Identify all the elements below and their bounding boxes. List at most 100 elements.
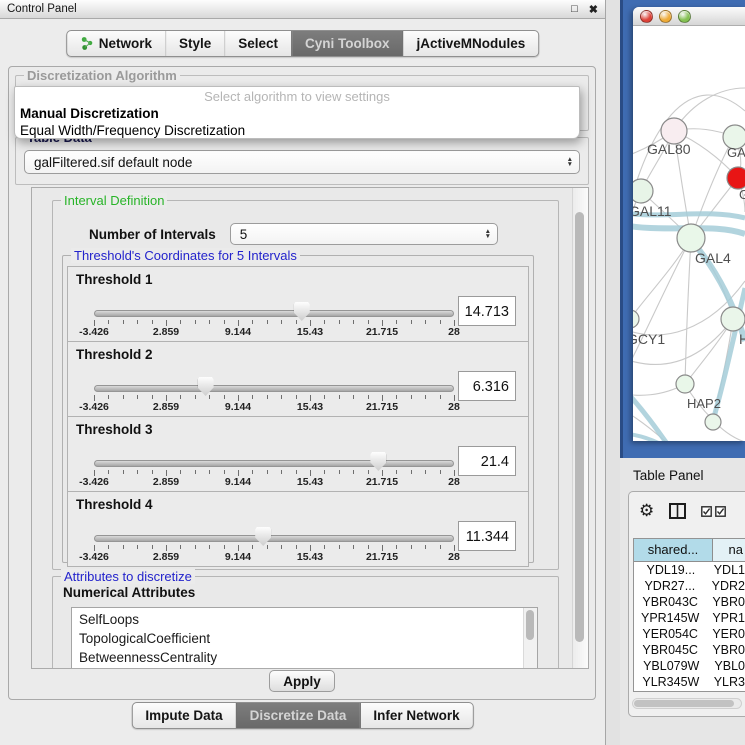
table-row[interactable]: YDL19...YDL1 [634, 562, 745, 578]
cell-shared-name[interactable]: YBR045C [634, 642, 707, 658]
threshold-value-field[interactable]: 6.316 [458, 371, 516, 401]
settings-scrollbar[interactable] [572, 188, 588, 668]
cell-shared-name[interactable]: YER054C [634, 626, 707, 642]
tab-select[interactable]: Select [224, 31, 291, 56]
network-graph[interactable]: GAL80GALGAGAL11GAL4GCY1HHAP2 [633, 26, 745, 441]
slider-track[interactable] [94, 460, 454, 467]
list-item[interactable]: SelfLoops [79, 610, 523, 629]
cell-shared-name[interactable]: YDR27... [634, 578, 707, 594]
network-window-titlebar [633, 7, 745, 26]
slider-tick [324, 470, 325, 474]
table-panel: ⚙ shared...naYDL19...YDL1YDR27... [628, 491, 745, 717]
table-row[interactable]: YIL052CYIL0 [634, 690, 745, 692]
algorithm-option-equal-width[interactable]: Equal Width/Frequency Discretization [15, 122, 579, 139]
attributes-scrollbar[interactable] [523, 608, 537, 668]
cell-shared-name[interactable]: YPR145W [634, 610, 707, 626]
checked-checkbox-icon[interactable] [715, 506, 726, 517]
network-node-ga[interactable] [727, 167, 745, 189]
network-node-gcy1[interactable] [633, 310, 639, 328]
slider-tick [209, 545, 210, 549]
cell-name[interactable]: YPR1 [707, 610, 745, 626]
network-node-gal4[interactable] [677, 224, 705, 252]
slider-tick [425, 545, 426, 549]
zoom-traffic-light-icon[interactable] [678, 10, 691, 23]
cell-shared-name[interactable]: YBR043C [634, 594, 707, 610]
slider-thumb[interactable] [255, 527, 271, 546]
checked-checkbox-icon[interactable] [701, 506, 712, 517]
threshold-value-field[interactable]: 21.4 [458, 446, 516, 476]
cell-name[interactable]: YBR0 [707, 642, 745, 658]
list-item[interactable]: TopologicalCoefficient [79, 629, 523, 648]
tab-cyni-toolbox[interactable]: Cyni Toolbox [291, 31, 403, 56]
network-edge [633, 238, 691, 319]
slider-tick-label: 2.859 [136, 326, 196, 338]
cell-name[interactable]: YBR0 [707, 594, 745, 610]
table-row[interactable]: YLR345WYLR3 [634, 674, 745, 690]
network-node-gal11[interactable] [633, 179, 653, 203]
slider-tick [195, 545, 196, 549]
table-hscrollbar[interactable] [632, 698, 742, 709]
number-of-intervals-combobox[interactable]: 5 ▲▼ [230, 223, 498, 245]
cell-shared-name[interactable]: YIL052C [634, 690, 713, 692]
slider-thumb[interactable] [370, 452, 386, 471]
slider-tick [324, 395, 325, 399]
float-window-icon[interactable]: □ [571, 3, 578, 16]
slider-tick [108, 320, 109, 324]
cell-shared-name[interactable]: YLR345W [634, 674, 709, 690]
stepper-icon: ▲▼ [561, 157, 573, 168]
network-node-hap2[interactable] [676, 375, 694, 393]
column-header-name[interactable]: na [713, 539, 745, 561]
cell-name[interactable]: YDL1 [709, 562, 745, 578]
cell-name[interactable]: YIL0 [713, 690, 745, 692]
column-header-shared-name[interactable]: shared... [634, 539, 713, 561]
cell-name[interactable]: YDR2 [707, 578, 745, 594]
network-node-unlabeled[interactable] [705, 414, 721, 430]
slider-track[interactable] [94, 535, 454, 542]
tab-impute-data[interactable]: Impute Data [132, 703, 235, 728]
slider-track[interactable] [94, 385, 454, 392]
scrollbar-thumb[interactable] [575, 212, 584, 642]
table-data-combobox[interactable]: galFiltered.sif default node ▲▼ [24, 150, 580, 174]
tab-infer-network[interactable]: Infer Network [359, 703, 472, 728]
table-row[interactable]: YDR27...YDR2 [634, 578, 745, 594]
cell-name[interactable]: YLR3 [709, 674, 745, 690]
tab-label: jActiveMNodules [417, 36, 526, 51]
cell-name[interactable]: YER0 [707, 626, 745, 642]
table-row[interactable]: YER054CYER0 [634, 626, 745, 642]
table-header-row: shared...na [634, 539, 745, 562]
slider-thumb[interactable] [294, 302, 310, 321]
tab-style[interactable]: Style [165, 31, 224, 56]
control-panel-window: Control Panel □ ✖ NetworkStyleSelectCyni… [0, 0, 606, 745]
algorithm-option-manual[interactable]: Manual Discretization [15, 105, 579, 122]
slider-tick [137, 395, 138, 399]
network-node-h[interactable] [721, 307, 745, 331]
cell-shared-name[interactable]: YBL079W [634, 658, 709, 674]
list-item[interactable]: BetweennessCentrality [79, 648, 523, 667]
close-traffic-light-icon[interactable] [640, 10, 653, 23]
tab-jactivemnodules[interactable]: jActiveMNodules [403, 31, 539, 56]
table-row[interactable]: YPR145WYPR1 [634, 610, 745, 626]
slider-tick [281, 395, 282, 399]
threshold-panel: Threshold 3-3.4262.8599.14415.4321.71528… [67, 416, 529, 492]
network-canvas[interactable]: GAL80GALGAGAL11GAL4GCY1HHAP2 [633, 26, 745, 441]
apply-button[interactable]: Apply [269, 670, 335, 692]
table-row[interactable]: YBR043CYBR0 [634, 594, 745, 610]
algorithm-dropdown-popup: Select algorithm to view settings Manual… [14, 86, 580, 139]
scrollbar-thumb[interactable] [634, 700, 734, 707]
gear-icon[interactable]: ⚙ [639, 501, 654, 521]
table-row[interactable]: YBL079WYBL0 [634, 658, 745, 674]
slider-tick [425, 470, 426, 474]
minimize-traffic-light-icon[interactable] [659, 10, 672, 23]
split-columns-icon[interactable] [669, 503, 686, 519]
threshold-value-field[interactable]: 11.344 [458, 521, 516, 551]
network-node-label: H [739, 331, 745, 347]
tab-discretize-data[interactable]: Discretize Data [236, 703, 360, 728]
slider-track[interactable] [94, 310, 454, 317]
table-row[interactable]: YBR045CYBR0 [634, 642, 745, 658]
cell-shared-name[interactable]: YDL19... [634, 562, 709, 578]
close-window-icon[interactable]: ✖ [589, 3, 598, 16]
slider-thumb[interactable] [198, 377, 214, 396]
tab-network[interactable]: Network [67, 31, 165, 56]
threshold-value-field[interactable]: 14.713 [458, 296, 516, 326]
cell-name[interactable]: YBL0 [709, 658, 745, 674]
